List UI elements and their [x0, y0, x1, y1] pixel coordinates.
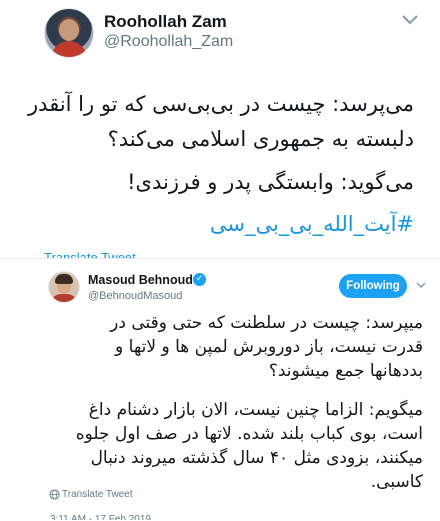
avatar-hair — [55, 274, 73, 284]
avatar[interactable] — [44, 8, 94, 58]
tweet-text-line: می‌گوید: وابستگی پدر و فرزندی! — [127, 170, 414, 194]
tweet-text-line: بددهانها جمع میشوند؟ — [268, 361, 423, 381]
avatar-shirt — [51, 41, 87, 57]
translate-tweet-link[interactable]: Translate Tweet — [62, 489, 133, 500]
tweet-text-line: می‌پرسد: چیست در بی‌بی‌سی که تو را آنقدر — [28, 92, 414, 116]
avatar-shirt — [51, 294, 77, 302]
tweet-text-line: میکنند، بزودی مثل ۴۰ سال گذشته میروند دن… — [90, 448, 423, 468]
tweet-text-line: است، بوی کباب بلند شده. لاتها در صف اول … — [75, 424, 423, 444]
tweet-text-line: قدرت نیست، باز دوروبرش لمپن ها و لاتها و — [115, 337, 423, 357]
hashtag-link[interactable]: #آیت_الله_بی_بی_سی — [210, 212, 414, 236]
chevron-down-icon[interactable] — [401, 12, 419, 26]
tweet-text-line: میپرسد: چیست در سلطنت که حتی وقتی در — [110, 313, 423, 333]
translate-tweet-link[interactable]: Translate Tweet — [44, 248, 136, 258]
tweet-text-line: کاسبی. — [370, 472, 423, 492]
author-name[interactable]: Masoud Behnoud — [88, 273, 193, 287]
following-button[interactable]: Following — [339, 274, 407, 298]
tweet-text-line: دلبسته به جمهوری اسلامی می‌کند؟ — [107, 127, 414, 151]
tweet-text-line: میگویم: الزاما چنین نیست، الان بازار دشن… — [88, 400, 423, 420]
author-handle[interactable]: @BehnoudMasoud — [88, 290, 182, 302]
tweet-card-roohollah: Roohollah Zam @Roohollah_Zam می‌پرسد: چی… — [0, 0, 440, 258]
avatar-face — [59, 19, 79, 41]
author-name[interactable]: Roohollah Zam — [104, 12, 227, 32]
verified-badge-icon: ✓ — [193, 273, 206, 286]
avatar[interactable] — [48, 271, 80, 303]
tweet-timestamp[interactable]: 3:11 AM - 17 Feb 2019 — [50, 510, 151, 520]
globe-icon — [49, 489, 60, 500]
author-handle[interactable]: @Roohollah_Zam — [104, 33, 233, 51]
chevron-down-icon[interactable] — [416, 281, 426, 289]
